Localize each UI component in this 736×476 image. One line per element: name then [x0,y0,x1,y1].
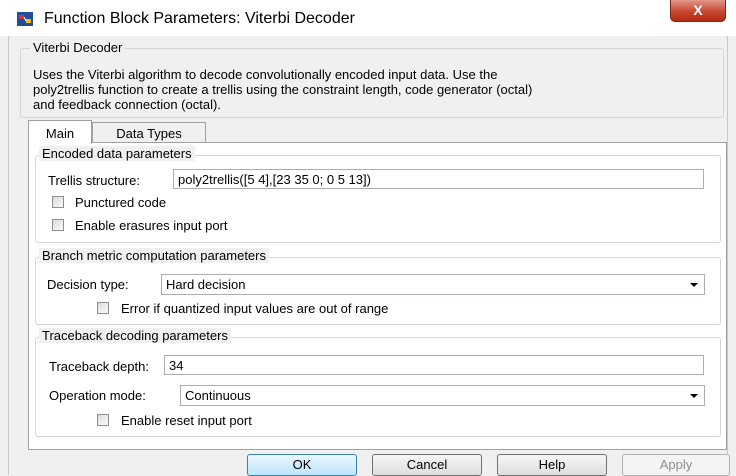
dialog-window: Function Block Parameters: Viterbi Decod… [0,0,736,476]
traceback-depth-input[interactable]: 34 [164,355,704,375]
trellis-structure-label: Trellis structure: [48,173,140,188]
operation-mode-value: Continuous [185,388,251,403]
operation-mode-label: Operation mode: [49,388,146,403]
enable-erasures-label: Enable erasures input port [75,218,228,233]
encoded-data-legend: Encoded data parameters [39,146,195,161]
traceback-legend: Traceback decoding parameters [39,328,231,343]
enable-reset-checkbox[interactable] [97,414,109,426]
branch-metric-legend: Branch metric computation parameters [39,248,269,263]
chevron-down-icon [690,283,698,287]
chevron-down-icon [690,394,698,398]
punctured-code-label: Punctured code [75,195,167,210]
description-line: and feedback connection (octal). [33,97,221,112]
description-text: Uses the Viterbi algorithm to decode con… [33,67,713,112]
description-legend: Viterbi Decoder [30,40,126,55]
close-button[interactable]: X [670,0,726,22]
error-quantized-checkbox[interactable] [97,302,109,314]
tab-data-types[interactable]: Data Types [92,122,206,143]
window-frame-right [727,36,728,475]
enable-erasures-checkbox[interactable] [52,219,64,231]
title-bar[interactable]: Function Block Parameters: Viterbi Decod… [0,0,736,36]
tab-panel-main: Encoded data parameters Trellis structur… [28,142,727,450]
decision-type-label: Decision type: [47,277,129,292]
cancel-button[interactable]: Cancel [372,454,482,476]
punctured-code-checkbox[interactable] [52,196,64,208]
error-quantized-label: Error if quantized input values are out … [121,301,389,316]
traceback-depth-label: Traceback depth: [49,359,149,374]
trellis-structure-input[interactable]: poly2trellis([5 4],[23 35 0; 0 5 13]) [173,169,704,189]
help-button[interactable]: Help [497,454,607,476]
enable-reset-label: Enable reset input port [121,413,252,428]
decision-type-select[interactable]: Hard decision [161,274,705,295]
decision-type-value: Hard decision [166,277,246,292]
description-line: poly2trellis function to create a trelli… [33,82,533,97]
simulink-block-icon [17,12,33,26]
tab-main[interactable]: Main [28,120,92,144]
ok-button[interactable]: OK [247,454,357,476]
apply-button[interactable]: Apply [622,454,730,476]
description-line: Uses the Viterbi algorithm to decode con… [33,67,498,82]
operation-mode-select[interactable]: Continuous [180,385,705,406]
window-title: Function Block Parameters: Viterbi Decod… [44,10,355,27]
window-frame-left [8,36,9,475]
